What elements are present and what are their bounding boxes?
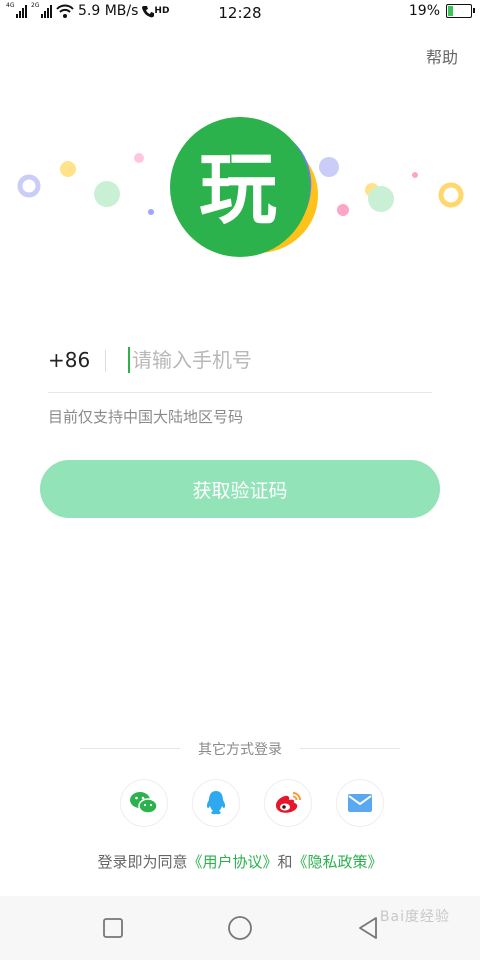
recent-apps-button[interactable] — [97, 912, 129, 944]
logo-area: 玩 — [17, 117, 464, 257]
wechat-login-button[interactable] — [120, 779, 168, 827]
get-code-button[interactable]: 获取验证码 — [40, 460, 440, 518]
home-button[interactable] — [224, 912, 256, 944]
wechat-icon — [130, 792, 158, 814]
field-separator — [105, 350, 106, 372]
user-agreement-link[interactable]: 《用户协议》 — [187, 853, 277, 871]
other-login-title: 其它方式登录 — [198, 742, 282, 758]
privacy-policy-link[interactable]: 《隐私政策》 — [293, 853, 383, 871]
agreement-prefix: 登录即为同意 — [97, 853, 188, 871]
phone-input[interactable] — [132, 340, 432, 380]
email-icon — [348, 794, 372, 812]
country-code[interactable]: +86 — [48, 348, 90, 372]
agreement-and: 和 — [277, 853, 293, 871]
watermark: Bai度经验 — [379, 909, 450, 925]
qq-icon — [206, 791, 226, 815]
input-underline — [48, 392, 432, 393]
text-caret — [128, 347, 130, 373]
back-triangle-icon — [359, 917, 377, 939]
battery-percent: 19% — [408, 3, 440, 19]
battery-icon — [446, 4, 475, 18]
logo-char: 玩 — [199, 145, 277, 235]
status-right: 19% — [408, 3, 475, 19]
status-bar: 4G 2G 5.9 MB/s HD 12:28 19% — [0, 0, 480, 26]
weibo-login-button[interactable] — [264, 779, 312, 827]
square-icon — [103, 918, 123, 938]
email-login-button[interactable] — [336, 779, 384, 827]
battery-level — [448, 6, 453, 16]
agreement-text: 登录即为同意《用户协议》和《隐私政策》 — [0, 851, 480, 872]
circle-icon — [228, 916, 252, 940]
phone-hint: 目前仅支持中国大陆地区号码 — [48, 408, 244, 426]
weibo-icon — [275, 792, 301, 813]
qq-login-button[interactable] — [192, 779, 240, 827]
help-link[interactable]: 帮助 — [426, 44, 458, 68]
